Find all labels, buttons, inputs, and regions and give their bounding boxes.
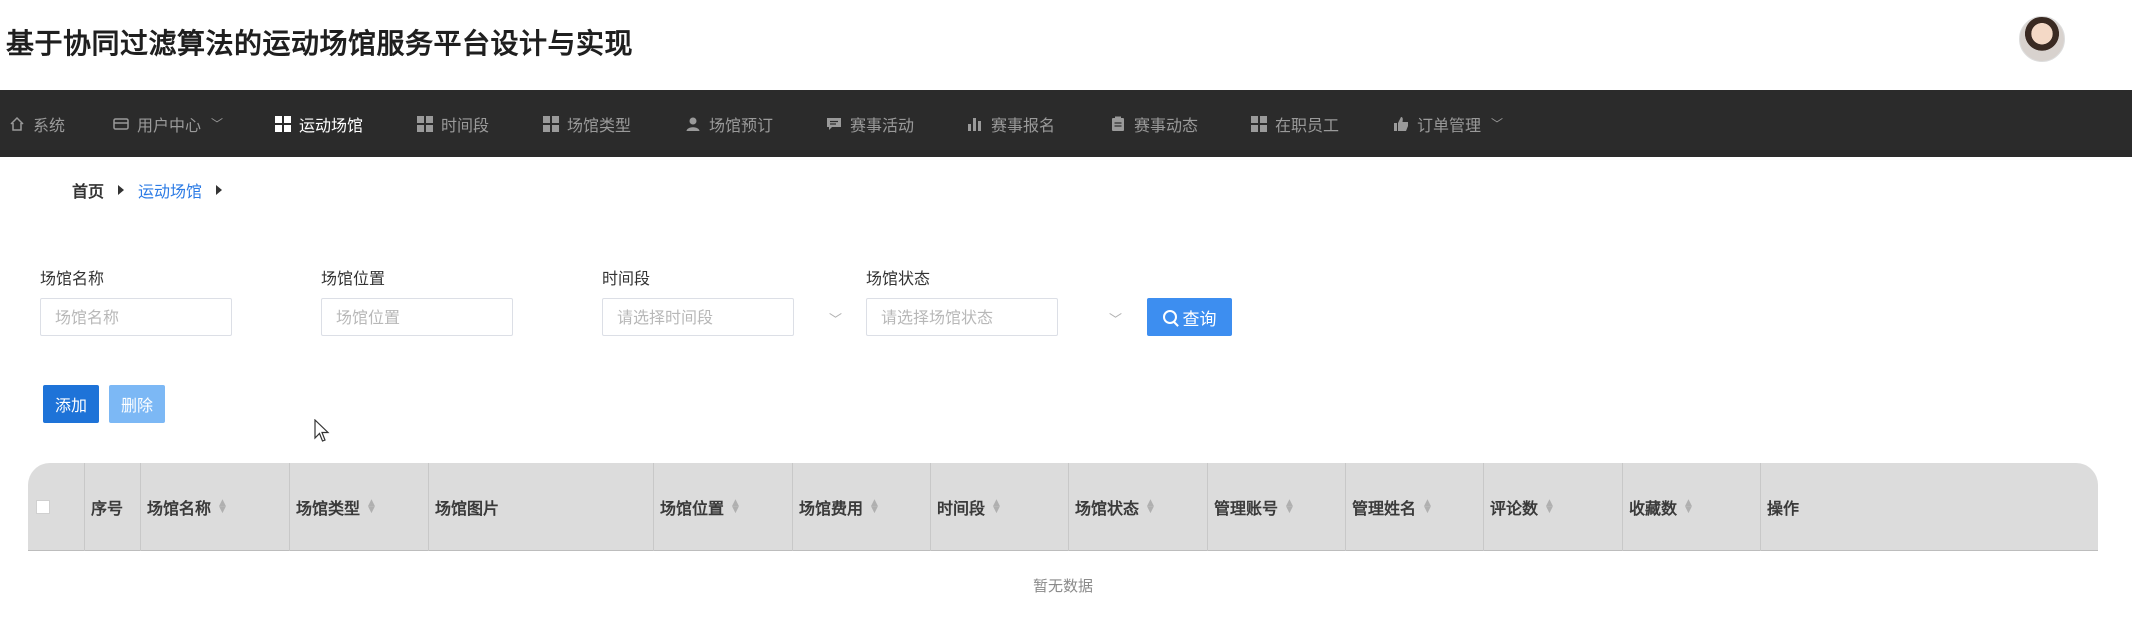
sort-icon[interactable]: ▲ ▼: [993, 499, 1000, 515]
breadcrumb: 首页 运动场馆: [72, 178, 223, 202]
nav-item-time-slots[interactable]: 时间段: [417, 90, 489, 157]
clipboard-icon: [1110, 116, 1126, 132]
venue-name-label: 场馆名称: [40, 269, 105, 288]
nav-item-label: 在职员工: [1275, 115, 1340, 135]
venue-name-input[interactable]: [40, 298, 232, 336]
add-button[interactable]: 添加: [43, 385, 99, 423]
nav-item-label: 场馆类型: [567, 115, 632, 135]
chevron-down-icon: ﹀: [1491, 117, 1504, 131]
column-header[interactable]: 场馆位置 ▲ ▼: [653, 463, 792, 551]
search-icon: [1162, 310, 1177, 324]
nav-item-label: 场馆预订: [709, 115, 774, 135]
nav-item-event-registration[interactable]: 赛事报名: [967, 90, 1055, 157]
thumb-icon: [1393, 116, 1409, 132]
mouse-cursor-icon: [314, 419, 330, 442]
nav-item-label: 运动场馆: [299, 115, 364, 135]
sort-icon[interactable]: ▲ ▼: [219, 499, 226, 515]
sort-icon[interactable]: ▲ ▼: [871, 499, 878, 515]
chevron-down-icon: ﹀: [211, 117, 224, 131]
column-header: 序号: [84, 463, 140, 551]
breadcrumb-home[interactable]: 首页: [72, 178, 104, 202]
column-header[interactable]: 时间段 ▲ ▼: [930, 463, 1068, 551]
nav-item-label: 订单管理: [1417, 115, 1482, 135]
page-title: 基于协同过滤算法的运动场馆服务平台设计与实现: [6, 27, 634, 60]
top-nav: 系统 用户中心 ﹀ 运动场馆 时间段 场馆类型 场馆预订 赛事活动 赛事报名 赛…: [0, 90, 2132, 157]
nav-item-event-news[interactable]: 赛事动态: [1110, 90, 1198, 157]
user-icon: [685, 116, 701, 132]
sort-icon[interactable]: ▲ ▼: [1424, 499, 1431, 515]
query-button-label: 查询: [1182, 309, 1217, 329]
nav-item-label: 时间段: [441, 115, 490, 135]
header: 基于协同过滤算法的运动场馆服务平台设计与实现: [0, 0, 2132, 90]
nav-item-system[interactable]: 系统: [9, 90, 65, 157]
column-header[interactable]: 收藏数 ▲ ▼: [1622, 463, 1760, 551]
nav-item-orders[interactable]: 订单管理 ﹀: [1393, 90, 1503, 157]
nav-item-label: 系统: [33, 115, 66, 135]
column-header: 操作: [1760, 463, 2098, 551]
grid-icon: [275, 115, 291, 132]
breadcrumb-current[interactable]: 运动场馆: [138, 178, 202, 202]
nav-item-venue-types[interactable]: 场馆类型: [543, 90, 631, 157]
column-header[interactable]: 评论数 ▲ ▼: [1483, 463, 1622, 551]
chevron-down-icon: ﹀: [1109, 313, 1123, 328]
column-header[interactable]: 管理账号 ▲ ▼: [1207, 463, 1345, 551]
nav-item-label: 赛事活动: [850, 115, 915, 135]
chat-icon: [826, 116, 842, 132]
column-header[interactable]: 管理姓名 ▲ ▼: [1345, 463, 1483, 551]
caret-right-icon: [216, 185, 223, 195]
sort-icon[interactable]: ▲ ▼: [732, 499, 739, 515]
select-all-checkbox[interactable]: [36, 500, 50, 514]
sort-icon[interactable]: ▲ ▼: [1147, 499, 1154, 515]
nav-item-staff[interactable]: 在职员工: [1251, 90, 1339, 157]
time-slot-select[interactable]: [602, 298, 794, 336]
venue-location-label: 场馆位置: [321, 269, 386, 288]
grid-icon: [417, 115, 433, 132]
grid-icon: [1251, 115, 1267, 132]
sort-icon[interactable]: ▲ ▼: [1546, 499, 1553, 515]
column-header[interactable]: 场馆类型 ▲ ▼: [289, 463, 428, 551]
column-header[interactable]: 场馆状态 ▲ ▼: [1068, 463, 1207, 551]
caret-right-icon: [118, 185, 125, 195]
column-header[interactable]: 场馆名称 ▲ ▼: [140, 463, 289, 551]
nav-item-label: 赛事报名: [991, 115, 1056, 135]
nav-item-venue-booking[interactable]: 场馆预订: [685, 90, 773, 157]
time-slot-label: 时间段: [602, 269, 651, 288]
chevron-down-icon: ﹀: [829, 313, 843, 328]
venue-status-label: 场馆状态: [866, 269, 931, 288]
query-button[interactable]: 查询: [1147, 298, 1232, 336]
nav-item-label: 赛事动态: [1134, 115, 1199, 135]
sort-icon[interactable]: ▲ ▼: [368, 499, 375, 515]
nav-item-venues[interactable]: 运动场馆: [275, 90, 363, 157]
grid-icon: [543, 115, 559, 132]
venues-table: 序号 场馆名称 ▲ ▼ 场馆类型 ▲ ▼ 场馆图片 场馆位置 ▲ ▼ 场馆费用 ▲ ▼ 时间段 ▲…: [28, 463, 2098, 619]
delete-button[interactable]: 删除: [109, 385, 165, 423]
avatar[interactable]: [2019, 16, 2065, 62]
nav-item-label: 用户中心: [137, 115, 202, 135]
sort-icon[interactable]: ▲ ▼: [1685, 499, 1692, 515]
nav-item-events[interactable]: 赛事活动: [826, 90, 914, 157]
venue-status-select[interactable]: [866, 298, 1058, 336]
table-header: 序号 场馆名称 ▲ ▼ 场馆类型 ▲ ▼ 场馆图片 场馆位置 ▲ ▼ 场馆费用 ▲ ▼ 时间段 ▲…: [28, 463, 2098, 551]
nav-item-user-center[interactable]: 用户中心 ﹀: [113, 90, 223, 157]
column-header: 场馆图片: [428, 463, 653, 551]
empty-state-text: 暂无数据: [1032, 577, 1093, 595]
home-icon: [9, 116, 25, 132]
sort-icon[interactable]: ▲ ▼: [1286, 499, 1293, 515]
bar-chart-icon: [967, 116, 983, 132]
venue-location-input[interactable]: [321, 298, 513, 336]
card-icon: [113, 116, 129, 132]
column-header[interactable]: 场馆费用 ▲ ▼: [792, 463, 930, 551]
